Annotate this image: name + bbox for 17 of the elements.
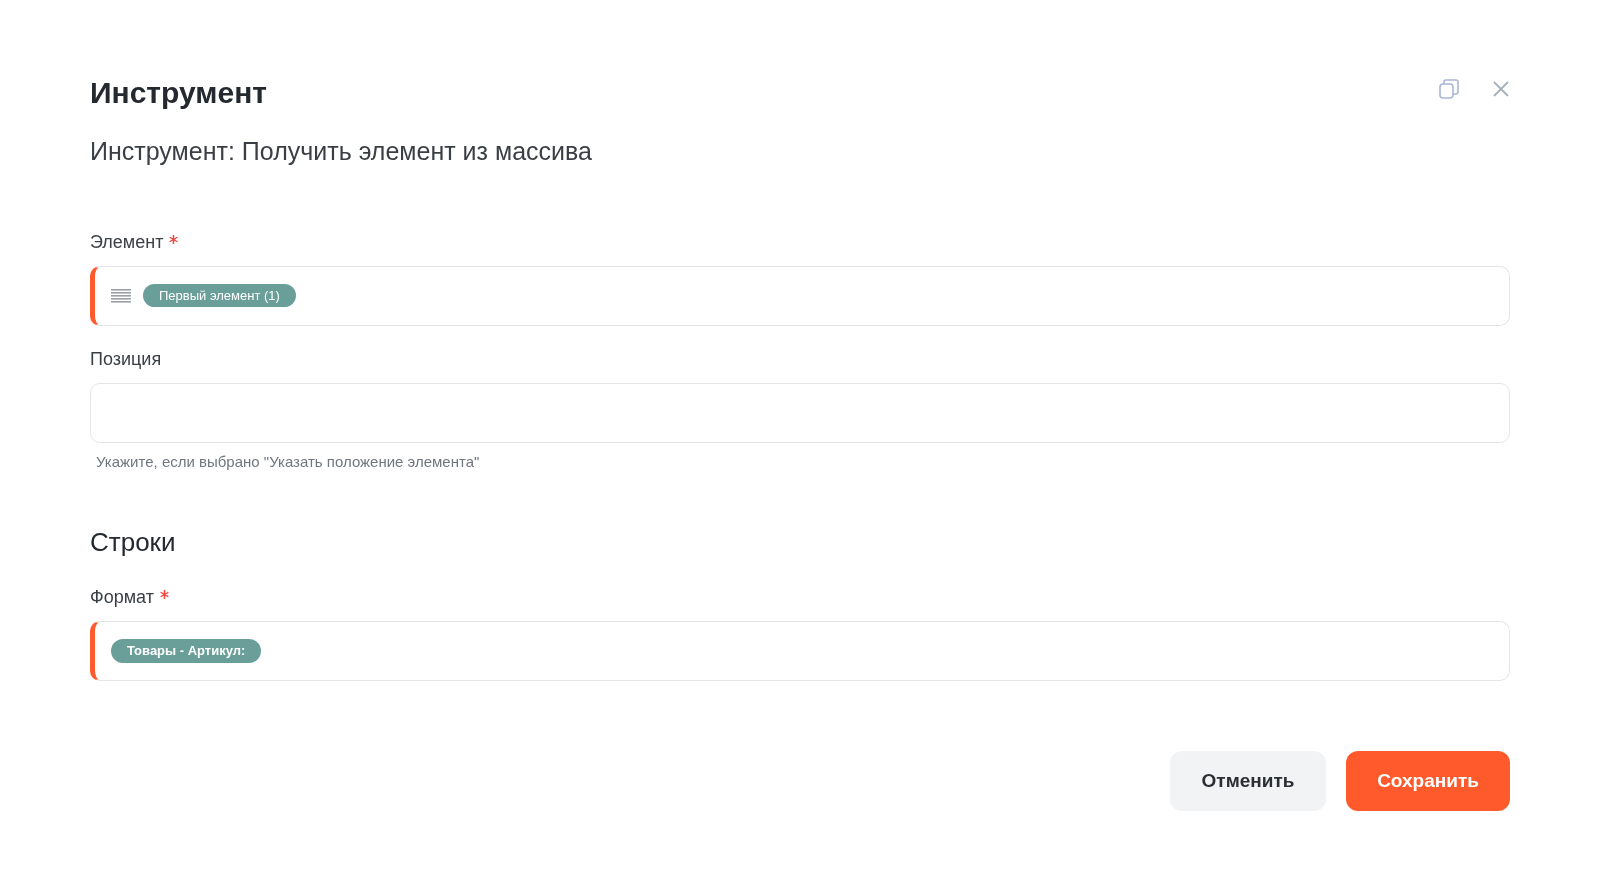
dialog-title: Инструмент [90, 75, 267, 111]
cancel-button[interactable]: Отменить [1170, 751, 1326, 811]
field-label: Позиция [90, 347, 162, 371]
input-field[interactable] [90, 382, 1510, 443]
list-icon [111, 287, 131, 304]
input-field[interactable]: Товары - Артикул: [90, 621, 1510, 681]
copy-icon[interactable] [1438, 78, 1460, 100]
field-label: Формат [90, 586, 154, 609]
dialog-subtitle: Инструмент: Получить элемент из массива [90, 136, 593, 167]
token-chip: Товары - Артикул: [111, 639, 262, 663]
close-icon[interactable] [1492, 80, 1510, 98]
save-button[interactable]: Сохранить [1346, 751, 1510, 811]
token-chip: Первый элемент (1) [143, 283, 296, 308]
hint-text: Укажите, если выбрано "Указать положение элемента" [96, 451, 481, 472]
input-field[interactable]: Первый элемент (1) [90, 265, 1510, 326]
section-heading: Строки [90, 526, 177, 559]
field-label: Элемент [90, 230, 164, 254]
